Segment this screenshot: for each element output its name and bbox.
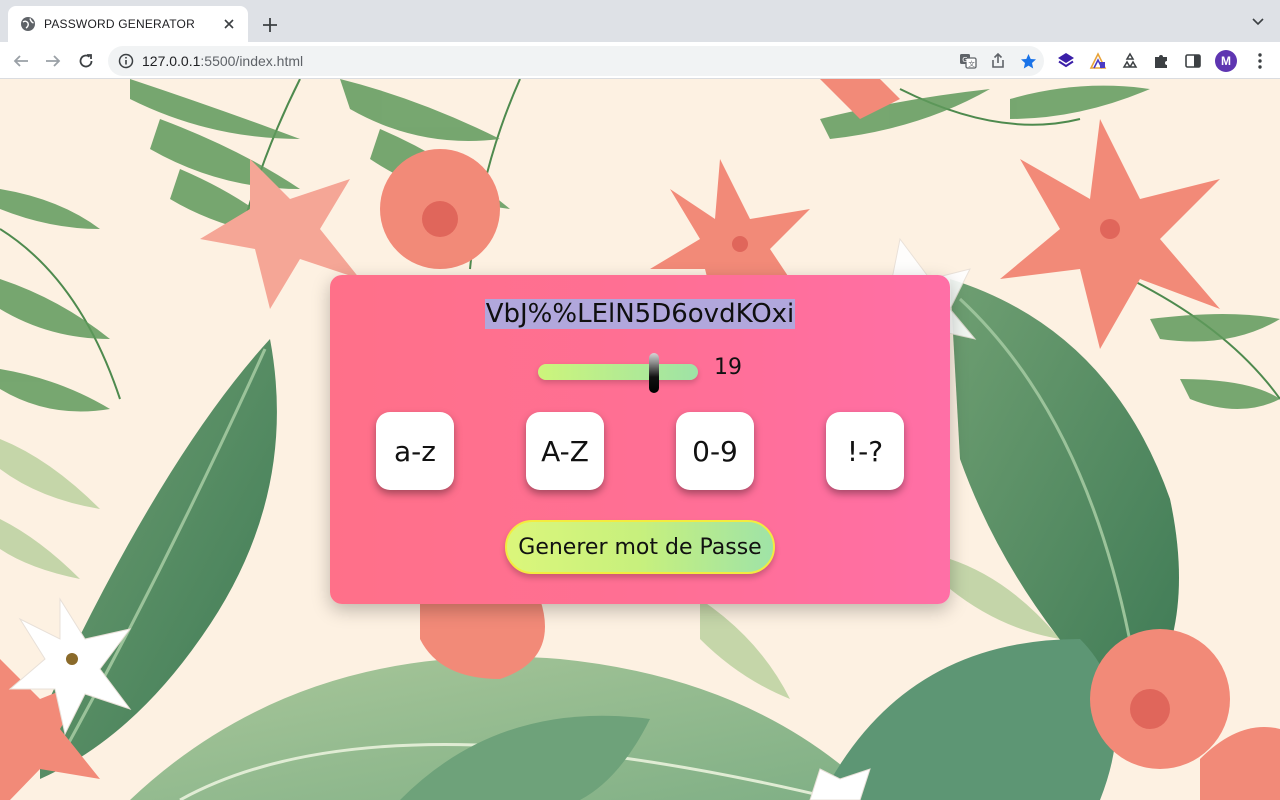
kebab-menu-icon[interactable] (1249, 50, 1271, 72)
svg-text:文: 文 (968, 59, 975, 68)
url-host: 127.0.0.1 (142, 53, 201, 69)
reload-icon[interactable] (73, 48, 99, 74)
puzzle-icon[interactable] (1150, 50, 1172, 72)
option-numbers-button[interactable]: 0-9 (676, 412, 754, 490)
password-generator-card: VbJ%%LElN5D6ovdKOxi 19 a-z A-Z 0-9 !-? G… (330, 275, 950, 604)
chart-extension-icon[interactable] (1087, 50, 1109, 72)
password-text: VbJ%%LElN5D6ovdKOxi (484, 299, 796, 329)
password-output[interactable]: VbJ%%LElN5D6ovdKOxi (330, 299, 950, 329)
globe-icon (20, 16, 36, 32)
active-tab[interactable]: PASSWORD GENERATOR (8, 6, 248, 42)
plus-icon[interactable] (258, 13, 282, 37)
arrow-left-icon[interactable] (8, 48, 34, 74)
length-slider[interactable] (538, 353, 700, 395)
length-value: 19 (714, 355, 742, 380)
close-icon[interactable] (220, 15, 238, 33)
generate-password-button[interactable]: Generer mot de Passe (505, 520, 775, 574)
omnibox-actions: G文 (958, 51, 1038, 71)
translate-icon[interactable]: G文 (958, 51, 978, 71)
share-icon[interactable] (988, 51, 1008, 71)
chevron-down-icon[interactable] (1250, 14, 1266, 30)
length-slider-track[interactable] (538, 364, 698, 380)
address-bar[interactable]: 127.0.0.1:5500/index.html G文 (108, 46, 1044, 76)
url-path: :5500/index.html (200, 53, 304, 69)
browser-toolbar: 127.0.0.1:5500/index.html G文 M (0, 42, 1280, 79)
option-uppercase-button[interactable]: A-Z (526, 412, 604, 490)
stack-extension-icon[interactable] (1055, 50, 1077, 72)
option-symbols-button[interactable]: !-? (826, 412, 904, 490)
page-viewport: VbJ%%LElN5D6ovdKOxi 19 a-z A-Z 0-9 !-? G… (0, 79, 1280, 800)
length-slider-thumb[interactable] (649, 353, 659, 393)
info-icon[interactable] (118, 53, 134, 69)
recycle-extension-icon[interactable] (1119, 50, 1141, 72)
tab-title: PASSWORD GENERATOR (44, 17, 195, 31)
profile-avatar[interactable]: M (1215, 50, 1237, 72)
arrow-right-icon[interactable] (40, 48, 66, 74)
star-icon[interactable] (1018, 51, 1038, 71)
url-text: 127.0.0.1:5500/index.html (142, 53, 303, 69)
option-lowercase-button[interactable]: a-z (376, 412, 454, 490)
side-panel-icon[interactable] (1182, 50, 1204, 72)
tab-strip: PASSWORD GENERATOR (0, 0, 1280, 42)
svg-text:G: G (962, 56, 967, 64)
